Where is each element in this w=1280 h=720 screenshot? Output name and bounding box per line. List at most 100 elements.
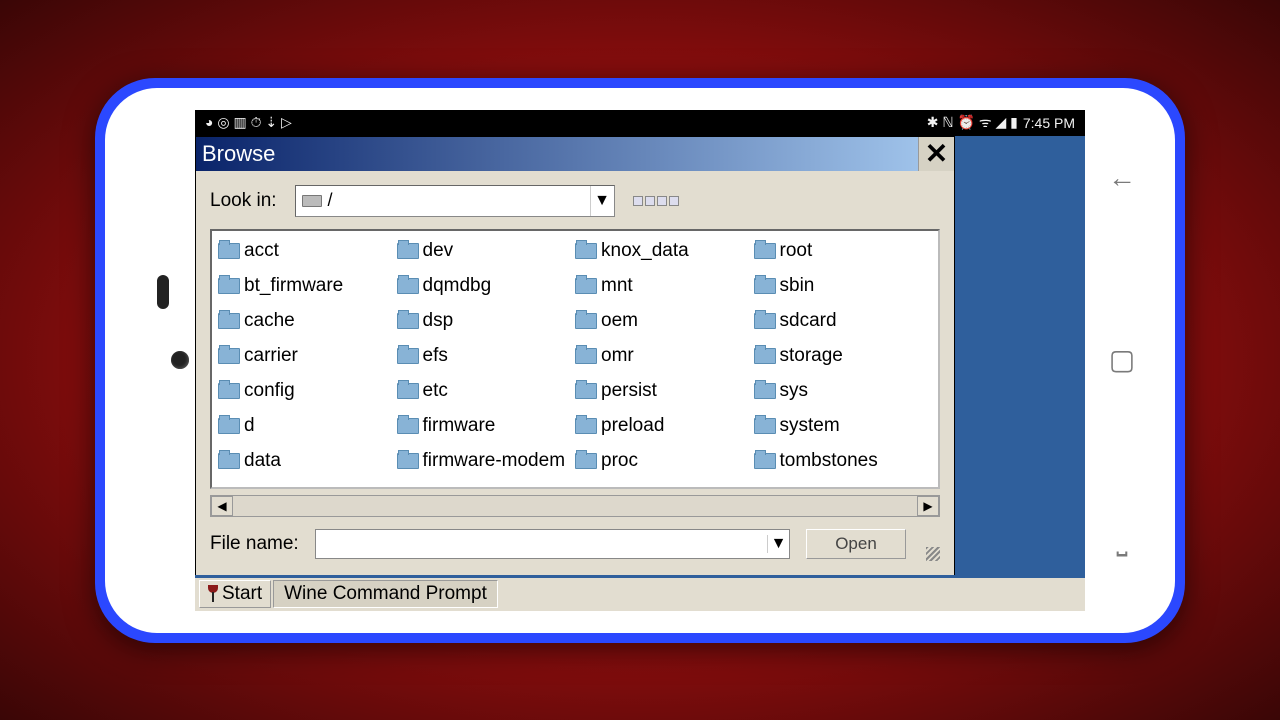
folder-item[interactable]: bt_firmware xyxy=(218,272,397,300)
folder-icon xyxy=(218,243,240,259)
folder-item[interactable]: firmware xyxy=(397,412,576,440)
view-toolbar[interactable] xyxy=(633,196,679,206)
file-list[interactable]: acct bt_firmware cache carrier config d … xyxy=(210,229,940,489)
phone-speaker xyxy=(157,275,169,309)
taskbar-item[interactable]: Wine Command Prompt xyxy=(273,580,498,608)
desktop-area: Browse ✕ Look in: / ▼ xyxy=(195,136,1085,611)
folder-item[interactable]: carrier xyxy=(218,342,397,370)
folder-icon xyxy=(575,453,597,469)
folder-icon xyxy=(397,278,419,294)
folder-item[interactable]: oem xyxy=(575,307,754,335)
folder-item[interactable]: dqmdbg xyxy=(397,272,576,300)
resize-grip[interactable] xyxy=(926,547,940,561)
phone-camera xyxy=(171,351,189,369)
status-right-glyphs: ✱ ℕ ⏰ ᯤ ◢ ▮ xyxy=(927,113,1018,132)
close-button[interactable]: ✕ xyxy=(918,137,954,171)
folder-item[interactable]: cache xyxy=(218,307,397,335)
horizontal-scrollbar[interactable]: ◀ ▶ xyxy=(210,495,940,517)
folder-icon xyxy=(218,348,240,364)
folder-icon xyxy=(397,418,419,434)
folder-icon xyxy=(218,383,240,399)
folder-item[interactable]: dev xyxy=(397,237,576,265)
folder-item[interactable]: sbin xyxy=(754,272,933,300)
folder-item[interactable]: sdcard xyxy=(754,307,933,335)
lookin-row: Look in: / ▼ xyxy=(210,185,940,217)
folder-item[interactable]: d xyxy=(218,412,397,440)
status-right-icons: ✱ ℕ ⏰ ᯤ ◢ ▮ 7:45 PM xyxy=(927,113,1075,132)
dialog-body: Look in: / ▼ xyxy=(196,171,954,575)
folder-item[interactable]: omr xyxy=(575,342,754,370)
status-left-icons: ◕ ◎ ▥ ⏱ ⇣ ▷ xyxy=(205,114,292,131)
scroll-right-button[interactable]: ▶ xyxy=(917,496,939,516)
folder-item[interactable]: persist xyxy=(575,377,754,405)
taskbar: Start Wine Command Prompt xyxy=(195,575,1085,611)
dialog-title: Browse xyxy=(202,141,275,167)
folder-icon xyxy=(397,348,419,364)
filename-input[interactable]: ▼ xyxy=(315,529,790,559)
open-button[interactable]: Open xyxy=(806,529,906,559)
lookin-value: / xyxy=(328,190,590,211)
folder-item[interactable]: mnt xyxy=(575,272,754,300)
folder-icon xyxy=(754,348,776,364)
folder-item[interactable]: proc xyxy=(575,447,754,475)
folder-icon xyxy=(397,313,419,329)
folder-icon xyxy=(218,278,240,294)
start-label: Start xyxy=(222,583,262,605)
dialog-titlebar[interactable]: Browse ✕ xyxy=(196,137,954,171)
folder-item[interactable]: knox_data xyxy=(575,237,754,265)
nav-back-button[interactable]: ← xyxy=(1108,162,1136,194)
drive-icon xyxy=(302,195,322,207)
folder-icon xyxy=(397,383,419,399)
folder-icon xyxy=(754,243,776,259)
folder-icon xyxy=(575,243,597,259)
folder-icon xyxy=(218,313,240,329)
folder-item[interactable]: root xyxy=(754,237,933,265)
file-column-3: knox_data mnt oem omr persist preload pr… xyxy=(575,237,754,481)
up-icon[interactable] xyxy=(633,196,643,206)
folder-item[interactable]: acct xyxy=(218,237,397,265)
filename-label: File name: xyxy=(210,533,299,555)
folder-icon xyxy=(575,278,597,294)
lookin-label: Look in: xyxy=(210,190,277,212)
folder-icon xyxy=(754,383,776,399)
list-icon[interactable] xyxy=(657,196,667,206)
scroll-left-button[interactable]: ◀ xyxy=(211,496,233,516)
phone-body: ◕ ◎ ▥ ⏱ ⇣ ▷ ✱ ℕ ⏰ ᯤ ◢ ▮ 7:45 PM Browse ✕… xyxy=(105,88,1175,633)
newfolder-icon[interactable] xyxy=(645,196,655,206)
folder-icon xyxy=(575,348,597,364)
file-column-4: root sbin sdcard storage sys system tomb… xyxy=(754,237,933,481)
chevron-down-icon[interactable]: ▼ xyxy=(590,186,614,216)
folder-icon xyxy=(575,418,597,434)
folder-icon xyxy=(575,313,597,329)
browse-dialog: Browse ✕ Look in: / ▼ xyxy=(195,136,955,576)
lookin-dropdown[interactable]: / ▼ xyxy=(295,185,615,217)
start-button[interactable]: Start xyxy=(199,580,271,608)
folder-item[interactable]: firmware-modem xyxy=(397,447,576,475)
folder-item[interactable]: etc xyxy=(397,377,576,405)
nav-recents-button[interactable]: ▢ xyxy=(1109,343,1135,376)
android-nav: ← ▢ ⎵ xyxy=(1097,88,1147,633)
wine-icon xyxy=(208,585,218,603)
screen: ◕ ◎ ▥ ⏱ ⇣ ▷ ✱ ℕ ⏰ ᯤ ◢ ▮ 7:45 PM Browse ✕… xyxy=(195,110,1085,611)
filename-row: File name: ▼ Open xyxy=(210,527,940,561)
folder-item[interactable]: system xyxy=(754,412,933,440)
folder-icon xyxy=(575,383,597,399)
chevron-down-icon[interactable]: ▼ xyxy=(767,535,789,553)
folder-item[interactable]: preload xyxy=(575,412,754,440)
status-left-glyphs: ◕ ◎ ▥ ⏱ ⇣ ▷ xyxy=(205,114,292,131)
details-icon[interactable] xyxy=(669,196,679,206)
folder-icon xyxy=(754,453,776,469)
folder-item[interactable]: sys xyxy=(754,377,933,405)
folder-item[interactable]: tombstones xyxy=(754,447,933,475)
folder-item[interactable]: config xyxy=(218,377,397,405)
android-status-bar: ◕ ◎ ▥ ⏱ ⇣ ▷ ✱ ℕ ⏰ ᯤ ◢ ▮ 7:45 PM xyxy=(195,110,1085,136)
phone-frame: ◕ ◎ ▥ ⏱ ⇣ ▷ ✱ ℕ ⏰ ᯤ ◢ ▮ 7:45 PM Browse ✕… xyxy=(95,78,1185,643)
folder-item[interactable]: data xyxy=(218,447,397,475)
folder-item[interactable]: storage xyxy=(754,342,933,370)
folder-item[interactable]: dsp xyxy=(397,307,576,335)
folder-item[interactable]: efs xyxy=(397,342,576,370)
folder-icon xyxy=(754,278,776,294)
folder-icon xyxy=(218,453,240,469)
file-column-1: acct bt_firmware cache carrier config d … xyxy=(218,237,397,481)
nav-home-button[interactable]: ⎵ xyxy=(1116,525,1127,558)
